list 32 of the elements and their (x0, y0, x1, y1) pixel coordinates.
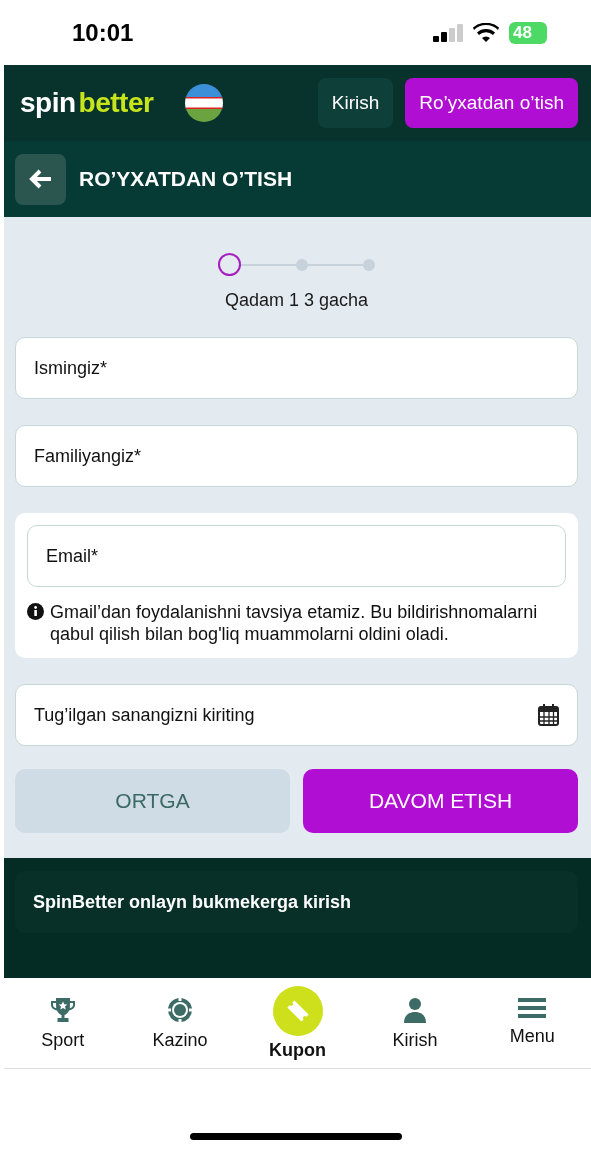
person-icon (401, 997, 428, 1023)
clock-time: 10:01 (72, 18, 134, 47)
wifi-icon (473, 23, 499, 42)
back-button[interactable] (15, 153, 66, 205)
nav-item[interactable]: Kirish (356, 978, 474, 1052)
login-button[interactable]: Kirish (317, 78, 394, 128)
calendar-icon (538, 704, 559, 726)
step-caption: Qadam 1 3 gacha (224, 290, 369, 311)
text-field[interactable]: Ismingiz* (15, 337, 578, 399)
casino-chip-icon (167, 997, 194, 1023)
text-field[interactable]: Familiyangiz* (15, 425, 578, 487)
hint-text: Gmail’dan foydalanishni tavsiya etamiz. Bu bildirishnomalarni qabul qilish bilan bog'liq muammolarni oldini oladi. (50, 601, 539, 645)
info-icon (27, 603, 44, 620)
menu-icon (518, 997, 547, 1019)
nav-item[interactable]: Sport (4, 978, 122, 1052)
flag-icon[interactable] (185, 84, 224, 122)
back-step-button[interactable]: ORTGA (15, 769, 290, 833)
nav-item[interactable]: Kupon (238, 978, 357, 1062)
register-button[interactable]: Ro’yxatdan o’tish (405, 78, 578, 128)
nav-item[interactable]: Kazino (121, 978, 239, 1052)
info-panel-title[interactable]: SpinBetter onlayn bukmekerga kirish (15, 871, 578, 933)
birthdate-field[interactable]: Tug’ilgan sanangizni kiriting (15, 684, 578, 746)
page-title: RO’YXATDAN O’TISH (79, 167, 293, 191)
arrow-left-icon (28, 169, 53, 189)
continue-button[interactable]: DAVOM ETISH (303, 769, 578, 833)
signal-icon (433, 23, 463, 42)
brand-logo[interactable]: spinbetter (20, 87, 154, 119)
ticket-icon (284, 998, 311, 1024)
nav-item[interactable]: Menu (473, 978, 591, 1048)
trophy-icon (48, 997, 77, 1023)
battery-level: 48 (509, 21, 547, 44)
email-field[interactable]: Email* (27, 525, 566, 587)
